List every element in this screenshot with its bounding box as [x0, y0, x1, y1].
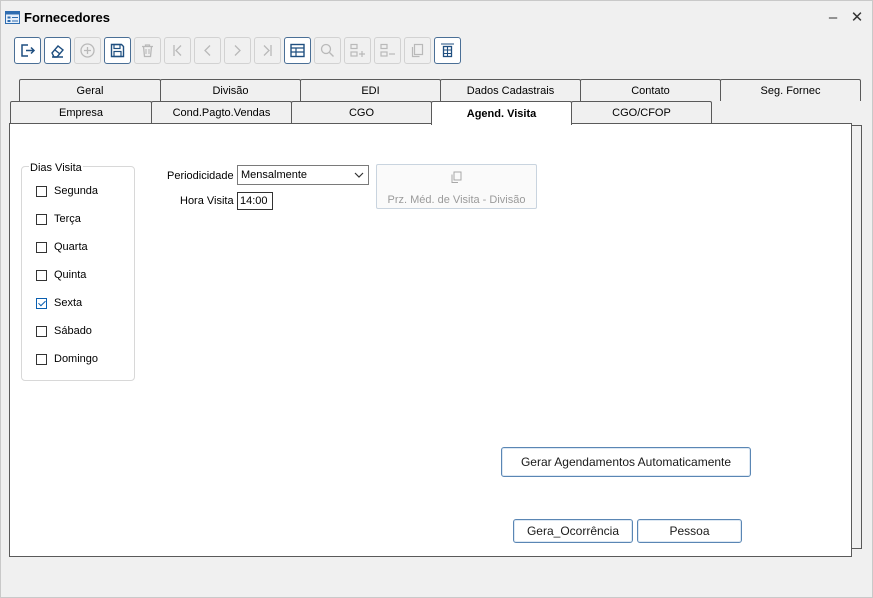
- checkbox-box[interactable]: [36, 353, 47, 365]
- status-bar: [1, 567, 872, 597]
- checkbox-domingo[interactable]: Domingo: [36, 351, 98, 367]
- checkbox-label: Segunda: [54, 185, 99, 197]
- next-record-icon: [234, 45, 241, 56]
- toolbar: [14, 37, 474, 65]
- checkbox-box[interactable]: [36, 325, 47, 337]
- first-record-icon: [173, 45, 182, 56]
- checkbox-quinta[interactable]: Quinta: [36, 267, 86, 283]
- minimize-icon: –: [828, 8, 838, 26]
- previous-record-icon: [204, 45, 211, 56]
- prz-med-visita-button[interactable]: Prz. Méd. de Visita - Divisão: [376, 164, 537, 209]
- tab-geral[interactable]: Geral: [19, 79, 161, 101]
- clear-button[interactable]: [44, 37, 71, 64]
- title-bar: Fornecedores – ✕: [1, 1, 872, 33]
- tab-dados-cadastrais[interactable]: Dados Cadastrais: [440, 79, 581, 101]
- tab-seg-fornec[interactable]: Seg. Fornec: [720, 79, 861, 101]
- gera-ocorrencia-button[interactable]: Gera_Ocorrência: [513, 519, 633, 543]
- tab-divisao[interactable]: Divisão: [160, 79, 301, 101]
- pessoa-button[interactable]: Pessoa: [637, 519, 742, 543]
- checkbox-box[interactable]: [36, 269, 47, 281]
- minimize-button[interactable]: –: [823, 7, 843, 27]
- trash-icon: [142, 44, 153, 58]
- tab-agend-visita[interactable]: Agend. Visita: [431, 101, 572, 125]
- add-row-button[interactable]: [344, 37, 371, 64]
- tab-cgo-cfop[interactable]: CGO/CFOP: [571, 101, 712, 123]
- eraser-icon: [51, 45, 65, 58]
- remove-row-button[interactable]: [374, 37, 401, 64]
- form-icon: [5, 11, 20, 24]
- copy-icon: [451, 171, 462, 183]
- dias-visita-title: Dias Visita: [29, 162, 83, 174]
- checkbox-label: Sexta: [54, 297, 83, 309]
- window-title: Fornecedores: [24, 10, 110, 25]
- periodicidade-value: Mensalmente: [241, 169, 308, 181]
- checkbox-box-checked[interactable]: [36, 297, 47, 309]
- close-button[interactable]: ✕: [847, 7, 867, 27]
- checkbox-quarta[interactable]: Quarta: [36, 239, 88, 255]
- prz-med-visita-label: Prz. Méd. de Visita - Divisão: [387, 194, 526, 206]
- add-button[interactable]: [74, 37, 101, 64]
- grid-icon: [290, 43, 305, 58]
- next-record-button[interactable]: [224, 37, 251, 64]
- exit-icon: [21, 44, 36, 57]
- periodicidade-select[interactable]: Mensalmente: [237, 165, 369, 185]
- remove-row-icon: [380, 43, 395, 57]
- close-icon: ✕: [850, 9, 864, 26]
- save-icon: [110, 43, 125, 58]
- last-record-button[interactable]: [254, 37, 281, 64]
- search-button[interactable]: [314, 37, 341, 64]
- checkbox-sabado[interactable]: Sábado: [36, 323, 92, 339]
- checkbox-label: Quarta: [54, 241, 88, 253]
- checkbox-terca[interactable]: Terça: [36, 211, 81, 227]
- column-adjust-icon: [441, 43, 454, 58]
- last-record-icon: [263, 45, 272, 56]
- dias-visita-group: Dias Visita Segunda Terça Quarta Quinta …: [21, 162, 135, 381]
- exit-button[interactable]: [14, 37, 41, 64]
- checkbox-box[interactable]: [36, 241, 47, 253]
- checkbox-label: Sábado: [54, 325, 92, 337]
- periodicidade-label: Periodicidade: [167, 170, 234, 182]
- column-adjust-button[interactable]: [434, 37, 461, 64]
- first-record-button[interactable]: [164, 37, 191, 64]
- checkbox-label: Terça: [54, 213, 81, 225]
- tab-cond-pagto-vendas[interactable]: Cond.Pagto.Vendas: [151, 101, 292, 123]
- agend-visita-panel: Dias Visita Segunda Terça Quarta Quinta …: [9, 123, 852, 557]
- chevron-down-icon: [354, 172, 364, 178]
- tab-cgo[interactable]: CGO: [291, 101, 432, 123]
- hora-visita-label: Hora Visita: [180, 195, 234, 207]
- tab-edi[interactable]: EDI: [300, 79, 441, 101]
- checkbox-label: Domingo: [54, 353, 99, 365]
- checkbox-box[interactable]: [36, 213, 47, 225]
- tabs-row-bottom: Empresa Cond.Pagto.Vendas CGO Agend. Vis…: [10, 101, 713, 125]
- tab-empresa[interactable]: Empresa: [10, 101, 152, 123]
- delete-button[interactable]: [134, 37, 161, 64]
- grid-view-button[interactable]: [284, 37, 311, 64]
- save-button[interactable]: [104, 37, 131, 64]
- previous-record-button[interactable]: [194, 37, 221, 64]
- checkbox-segunda[interactable]: Segunda: [36, 183, 98, 199]
- copy-icon: [411, 43, 424, 58]
- hora-visita-input[interactable]: [237, 192, 273, 210]
- checkbox-sexta[interactable]: Sexta: [36, 295, 82, 311]
- tab-contato[interactable]: Contato: [580, 79, 721, 101]
- search-icon: [320, 43, 334, 57]
- fornecedores-window: Fornecedores – ✕ Geral Divisão EDI Dados…: [0, 0, 873, 598]
- copy-button[interactable]: [404, 37, 431, 64]
- checkbox-box[interactable]: [36, 185, 47, 197]
- tabs-row-top: Geral Divisão EDI Dados Cadastrais Conta…: [19, 79, 862, 101]
- add-circle-icon: [80, 43, 95, 58]
- add-row-icon: [350, 43, 365, 57]
- gerar-agendamentos-button[interactable]: Gerar Agendamentos Automaticamente: [501, 447, 751, 477]
- checkbox-label: Quinta: [54, 269, 87, 281]
